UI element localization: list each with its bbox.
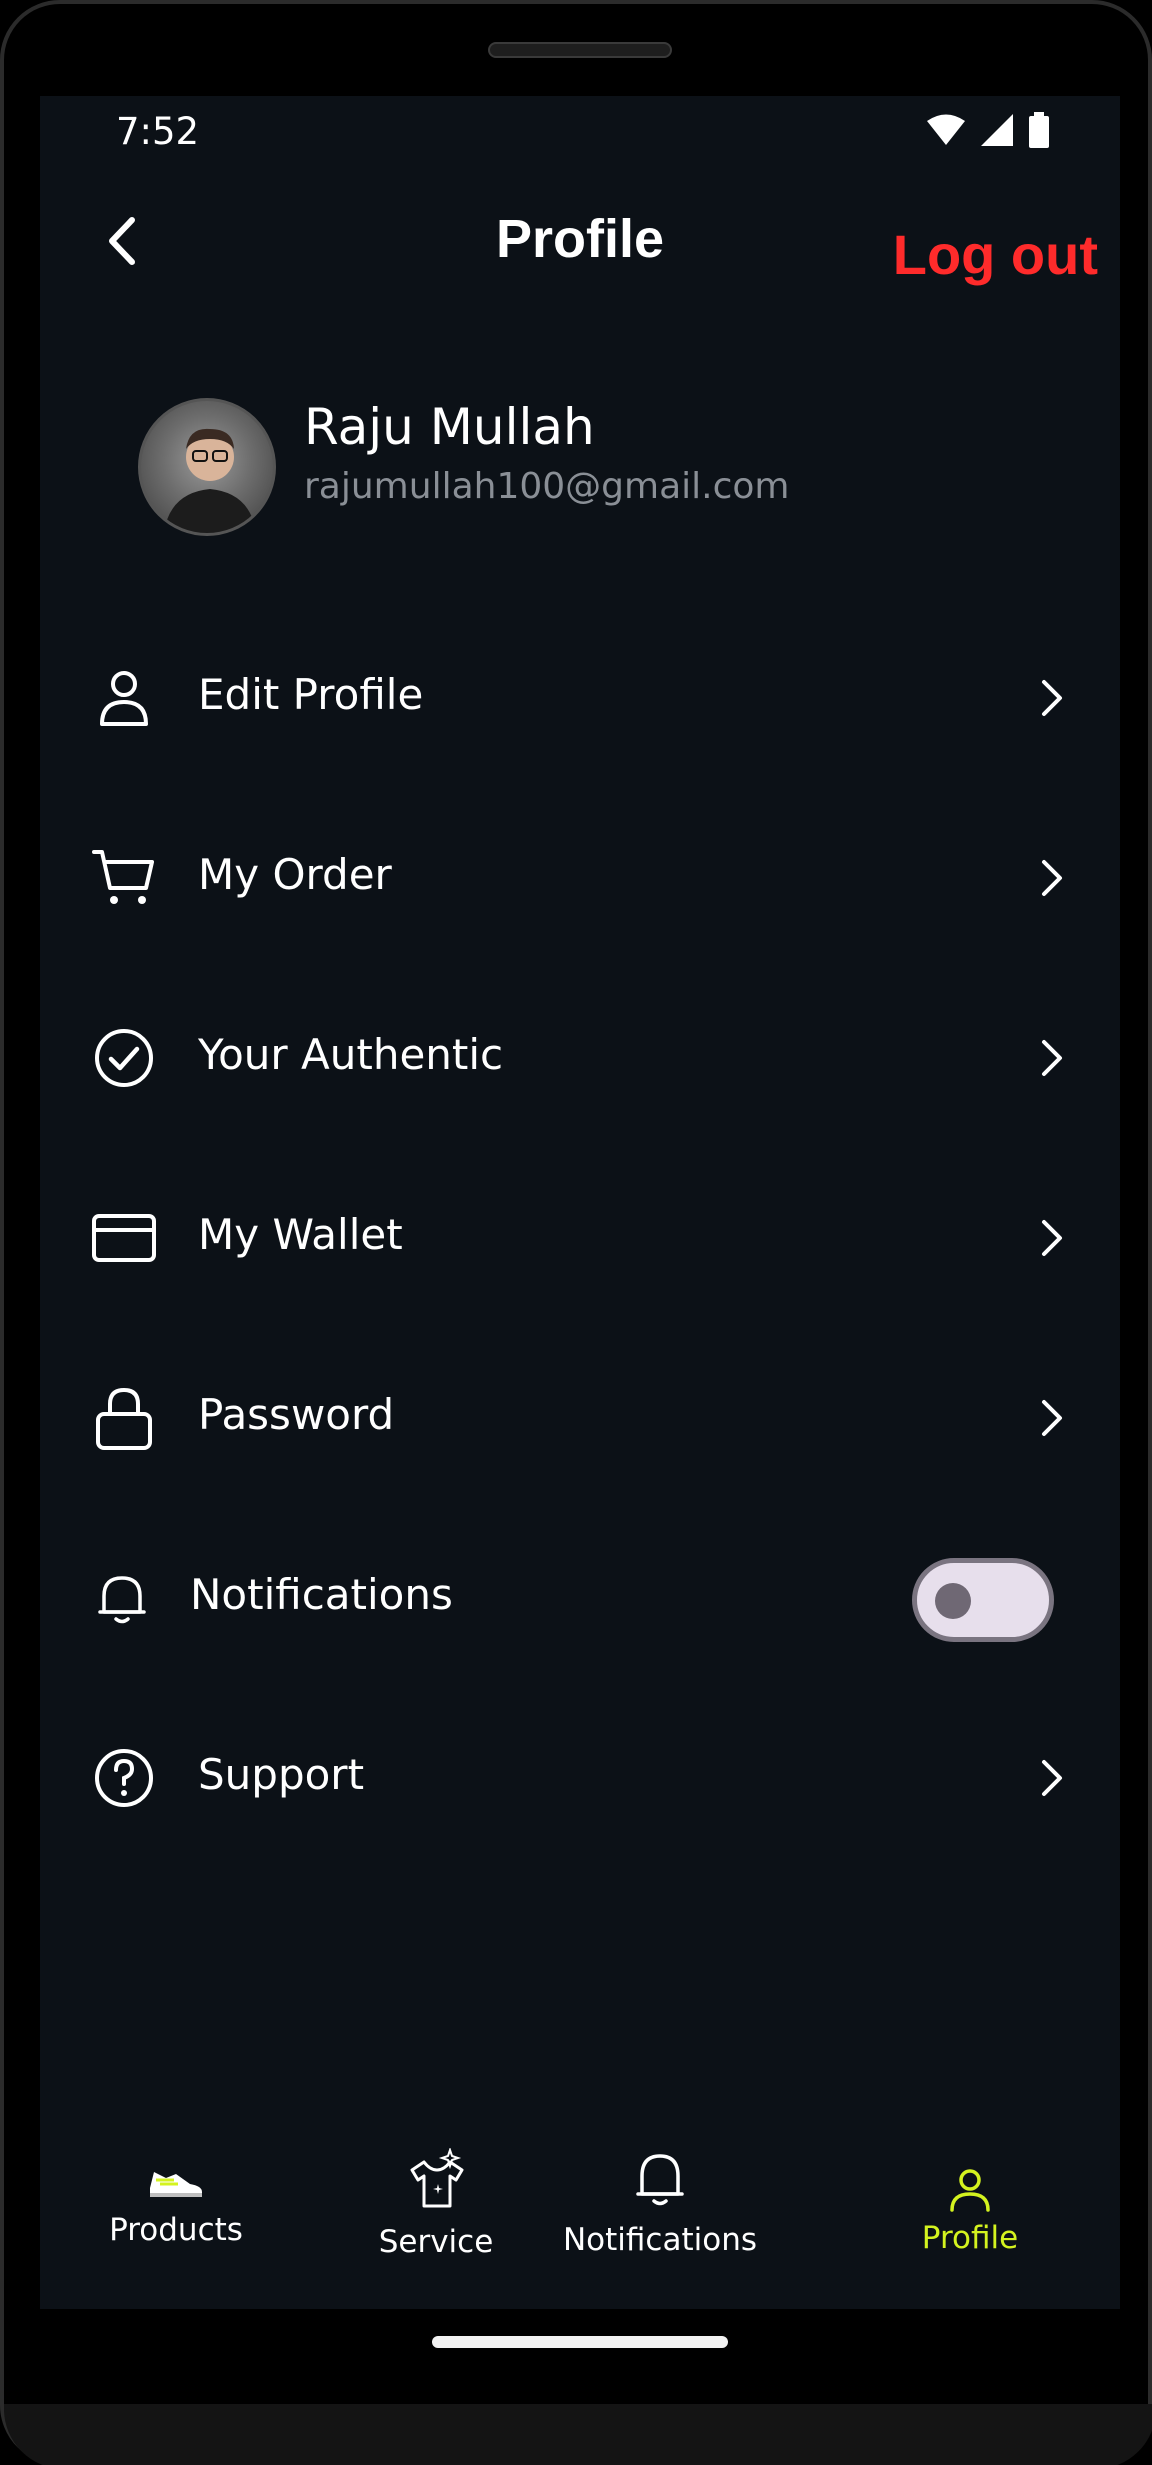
bell-icon — [98, 1576, 146, 1624]
menu-item-label: My Order — [198, 850, 392, 899]
status-time: 7:52 — [116, 110, 200, 153]
nav-label: Notifications — [562, 2222, 758, 2258]
avatar — [138, 398, 276, 536]
menu-item-label: Notifications — [190, 1570, 453, 1619]
menu-item-notifications: Notifications — [40, 1538, 1120, 1658]
nav-label: Profile — [921, 2220, 1019, 2256]
speaker-grille — [488, 42, 672, 58]
nav-tab-notifications[interactable]: Notifications — [540, 2150, 780, 2300]
menu-item-edit-profile[interactable]: Edit Profile — [40, 638, 1120, 758]
help-circle-icon — [95, 1749, 153, 1807]
chevron-right-icon — [1042, 1220, 1062, 1256]
user-icon — [100, 671, 148, 726]
home-indicator[interactable] — [432, 2336, 728, 2348]
nav-label: Products — [109, 2212, 243, 2248]
battery-icon — [1029, 112, 1049, 148]
menu-item-support[interactable]: Support — [40, 1718, 1120, 1838]
chevron-right-icon — [1042, 680, 1062, 716]
card-icon — [92, 1214, 156, 1262]
user-email: rajumullah100@gmail.com — [304, 466, 790, 507]
shirt-sparkle-icon — [410, 2148, 464, 2208]
user-name: Raju Mullah — [304, 398, 595, 456]
avatar-photo — [163, 428, 257, 533]
menu-item-label: My Wallet — [198, 1210, 403, 1259]
chevron-right-icon — [1042, 860, 1062, 896]
menu-item-label: Password — [198, 1390, 395, 1439]
menu-item-label: Edit Profile — [198, 670, 424, 719]
nav-tab-products[interactable]: Products — [76, 2162, 276, 2309]
app-screen: 7:52 Profile Log out Raju Mullah rajumul… — [40, 96, 1120, 2309]
chevron-right-icon — [1042, 1400, 1062, 1436]
bottom-nav: Products Service Notifications Profile — [40, 2148, 1120, 2309]
nav-tab-service[interactable]: Service — [336, 2148, 536, 2298]
logout-button[interactable]: Log out — [893, 222, 1098, 287]
menu-item-label: Support — [198, 1750, 365, 1799]
menu-item-label: Your Authentic — [198, 1030, 504, 1079]
chevron-right-icon — [1042, 1040, 1062, 1076]
signal-icon — [981, 114, 1013, 146]
device-bottom-edge — [4, 2404, 1152, 2465]
menu-item-my-wallet[interactable]: My Wallet — [40, 1178, 1120, 1298]
status-icons — [926, 112, 1050, 148]
menu-item-password[interactable]: Password — [40, 1358, 1120, 1478]
wifi-icon — [927, 114, 965, 145]
device-frame: 7:52 Profile Log out Raju Mullah rajumul… — [0, 0, 1152, 2465]
lock-icon — [96, 1387, 152, 1450]
bell-icon — [636, 2154, 684, 2206]
toggle-knob — [935, 1583, 971, 1619]
nav-tab-profile[interactable]: Profile — [880, 2166, 1060, 2309]
nav-label: Service — [378, 2224, 494, 2260]
check-circle-icon — [95, 1029, 153, 1087]
sneaker-icon — [150, 2172, 202, 2197]
chevron-right-icon — [1042, 1760, 1062, 1796]
menu-item-your-authentic[interactable]: Your Authentic — [40, 998, 1120, 1118]
menu-item-my-order[interactable]: My Order — [40, 818, 1120, 938]
notifications-toggle[interactable] — [912, 1558, 1054, 1642]
cart-icon — [92, 850, 154, 904]
user-icon — [950, 2169, 990, 2212]
